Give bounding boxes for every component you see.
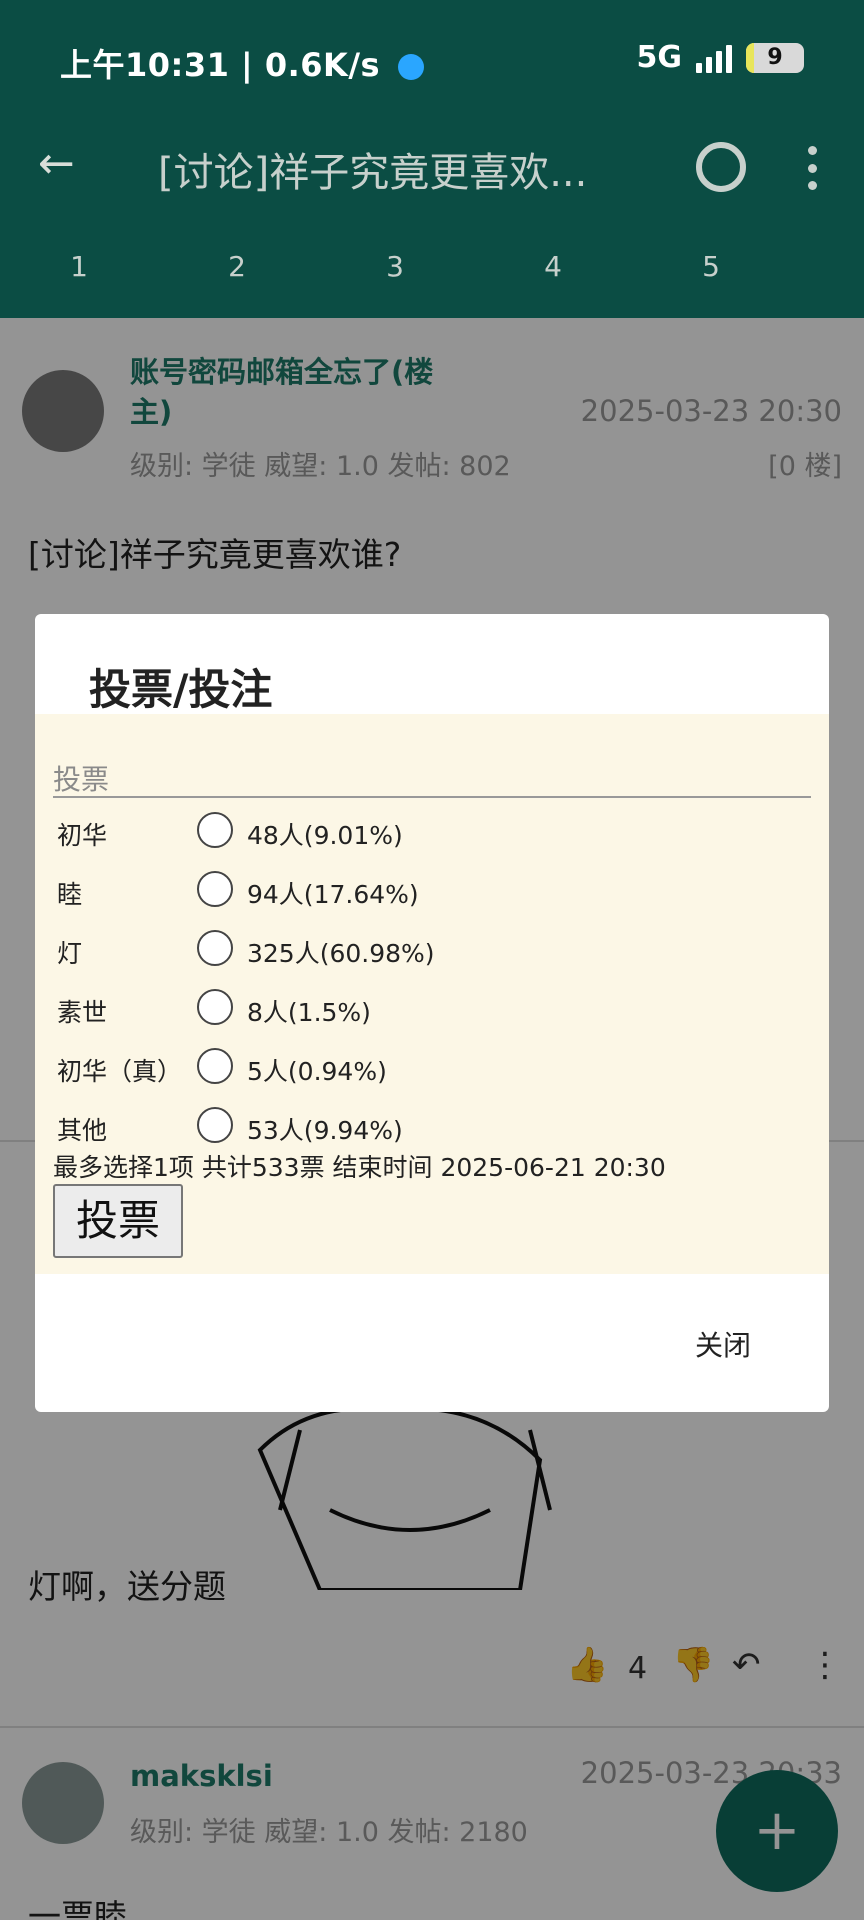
- option-count: 94人(17.64%): [247, 880, 419, 909]
- tab-page-3[interactable]: 3: [316, 250, 474, 300]
- tab-page-1[interactable]: 1: [0, 250, 158, 300]
- vote-option[interactable]: 其他 53人(9.94%): [57, 1103, 817, 1153]
- vote-legend: 投票: [53, 763, 110, 796]
- radio-button[interactable]: [197, 989, 233, 1025]
- radio-button[interactable]: [197, 1107, 233, 1143]
- more-vert-icon[interactable]: [808, 146, 818, 190]
- tab-page-4[interactable]: 4: [474, 250, 632, 300]
- option-name: 初华（真）: [57, 1057, 183, 1086]
- tab-page-5[interactable]: 5: [632, 250, 790, 300]
- radio-button[interactable]: [197, 930, 233, 966]
- vote-dialog: 投票/投注 投票 初华 48人(9.01%) 睦 94人(17.64%) 灯 3…: [35, 614, 829, 1412]
- battery-level: 9: [767, 44, 783, 70]
- vote-option[interactable]: 素世 8人(1.5%): [57, 985, 817, 1035]
- option-name: 其他: [57, 1116, 108, 1145]
- battery-icon: 9: [746, 42, 804, 73]
- close-button[interactable]: 关闭: [695, 1324, 751, 1364]
- option-count: 325人(60.98%): [247, 939, 435, 968]
- vote-option[interactable]: 初华 48人(9.01%): [57, 808, 817, 858]
- network-type: 5G: [636, 40, 683, 75]
- divider: [53, 796, 811, 798]
- status-right: 5G 9: [636, 40, 804, 75]
- option-count: 8人(1.5%): [247, 998, 371, 1027]
- option-count: 5人(0.94%): [247, 1057, 387, 1086]
- option-name: 灯: [57, 939, 83, 968]
- option-count: 53人(9.94%): [247, 1116, 403, 1145]
- status-time: 上午10:31 | 0.6K/s: [60, 40, 424, 86]
- option-count: 48人(9.01%): [247, 821, 403, 850]
- globe-icon[interactable]: [696, 142, 746, 192]
- vote-button[interactable]: 投票: [53, 1184, 183, 1258]
- option-name: 素世: [57, 998, 108, 1027]
- vote-summary: 最多选择1项 共计533票 结束时间 2025-06-21 20:30: [53, 1153, 666, 1182]
- dialog-title: 投票/投注: [89, 665, 273, 714]
- app-bar: 上午10:31 | 0.6K/s 5G 9 ← [讨论]祥子究竟更喜欢... 1…: [0, 0, 864, 318]
- signal-icon: [696, 43, 732, 73]
- vote-option[interactable]: 灯 325人(60.98%): [57, 926, 817, 976]
- vote-option[interactable]: 睦 94人(17.64%): [57, 867, 817, 917]
- radio-button[interactable]: [197, 1048, 233, 1084]
- page-tabs: 1 2 3 4 5: [0, 250, 864, 300]
- vote-panel: 投票 初华 48人(9.01%) 睦 94人(17.64%) 灯 325人(60…: [35, 714, 829, 1274]
- option-name: 睦: [57, 880, 83, 909]
- option-name: 初华: [57, 821, 108, 850]
- radio-button[interactable]: [197, 871, 233, 907]
- tab-page-2[interactable]: 2: [158, 250, 316, 300]
- status-time-text: 上午10:31 | 0.6K/s: [60, 46, 381, 84]
- vote-option[interactable]: 初华（真） 5人(0.94%): [57, 1044, 817, 1094]
- back-arrow-icon[interactable]: ←: [38, 140, 86, 188]
- page-title: [讨论]祥子究竟更喜欢...: [158, 150, 588, 196]
- qq-notification-icon: [397, 54, 424, 80]
- radio-button[interactable]: [197, 812, 233, 848]
